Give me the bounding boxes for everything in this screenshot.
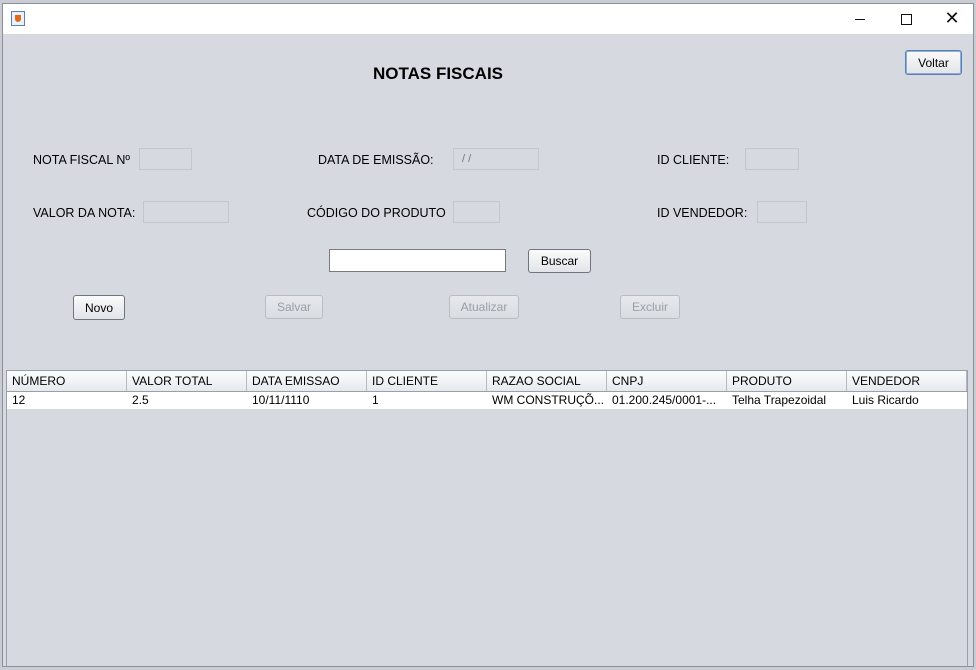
minimize-icon: [855, 18, 865, 20]
maximize-button[interactable]: [883, 4, 929, 34]
column-header[interactable]: DATA EMISSAO: [247, 371, 367, 391]
table-cell: WM CONSTRUÇÕ...: [492, 393, 604, 407]
column-header[interactable]: ID CLIENTE: [367, 371, 487, 391]
excluir-button[interactable]: Excluir: [620, 295, 680, 319]
table-cell: 01.200.245/0001-...: [612, 393, 717, 407]
table-row[interactable]: 12 2.5 10/11/1110 1 WM CONSTRUÇÕ... 01.2…: [7, 392, 967, 409]
id-cliente-label: ID CLIENTE:: [657, 153, 730, 167]
data-emissao-label: DATA DE EMISSÃO:: [318, 153, 434, 167]
close-icon: ✕: [944, 8, 960, 29]
codigo-produto-label: CÓDIGO DO PRODUTO: [307, 206, 446, 220]
salvar-button[interactable]: Salvar: [265, 295, 323, 319]
java-icon: [11, 11, 25, 26]
id-vendedor-label: ID VENDEDOR:: [657, 206, 748, 220]
nota-fiscal-field[interactable]: [139, 148, 192, 170]
column-header[interactable]: VALOR TOTAL: [127, 371, 247, 391]
codigo-produto-field[interactable]: [453, 201, 500, 223]
atualizar-button[interactable]: Atualizar: [449, 295, 519, 319]
app-window: ✕ NOTAS FISCAIS Voltar NOTA FISCAL Nº DA…: [2, 3, 974, 667]
column-header[interactable]: PRODUTO: [727, 371, 847, 391]
id-cliente-field[interactable]: [745, 148, 799, 170]
table-cell: Luis Ricardo: [852, 393, 919, 407]
table-cell: Telha Trapezoidal: [732, 393, 827, 407]
column-header[interactable]: CNPJ: [607, 371, 727, 391]
nota-fiscal-label: NOTA FISCAL Nº: [33, 153, 130, 167]
table-cell: 10/11/1110: [252, 393, 310, 407]
id-vendedor-field[interactable]: [757, 201, 807, 223]
valor-nota-field[interactable]: [143, 201, 229, 223]
table-header: NÚMERO VALOR TOTAL DATA EMISSAO ID CLIEN…: [7, 371, 967, 392]
data-emissao-field[interactable]: / /: [453, 148, 539, 170]
column-header[interactable]: NÚMERO: [7, 371, 127, 391]
table-cell: 2.5: [132, 393, 149, 407]
buscar-button[interactable]: Buscar: [528, 249, 591, 273]
table-cell: 1: [372, 393, 379, 407]
valor-nota-label: VALOR DA NOTA:: [33, 206, 136, 220]
column-header[interactable]: RAZAO SOCIAL: [487, 371, 607, 391]
form-panel: NOTAS FISCAIS Voltar NOTA FISCAL Nº DATA…: [3, 34, 973, 666]
search-input[interactable]: [329, 249, 506, 272]
table-cell: 12: [12, 393, 26, 407]
voltar-button[interactable]: Voltar: [905, 50, 962, 75]
maximize-icon: [900, 13, 912, 25]
notas-table: NÚMERO VALOR TOTAL DATA EMISSAO ID CLIEN…: [6, 370, 968, 666]
novo-button[interactable]: Novo: [73, 295, 125, 320]
close-button[interactable]: ✕: [929, 4, 973, 34]
column-header[interactable]: VENDEDOR: [847, 371, 967, 391]
title-bar: ✕: [3, 4, 973, 34]
minimize-button[interactable]: [837, 4, 883, 34]
page-title: NOTAS FISCAIS: [372, 64, 504, 83]
